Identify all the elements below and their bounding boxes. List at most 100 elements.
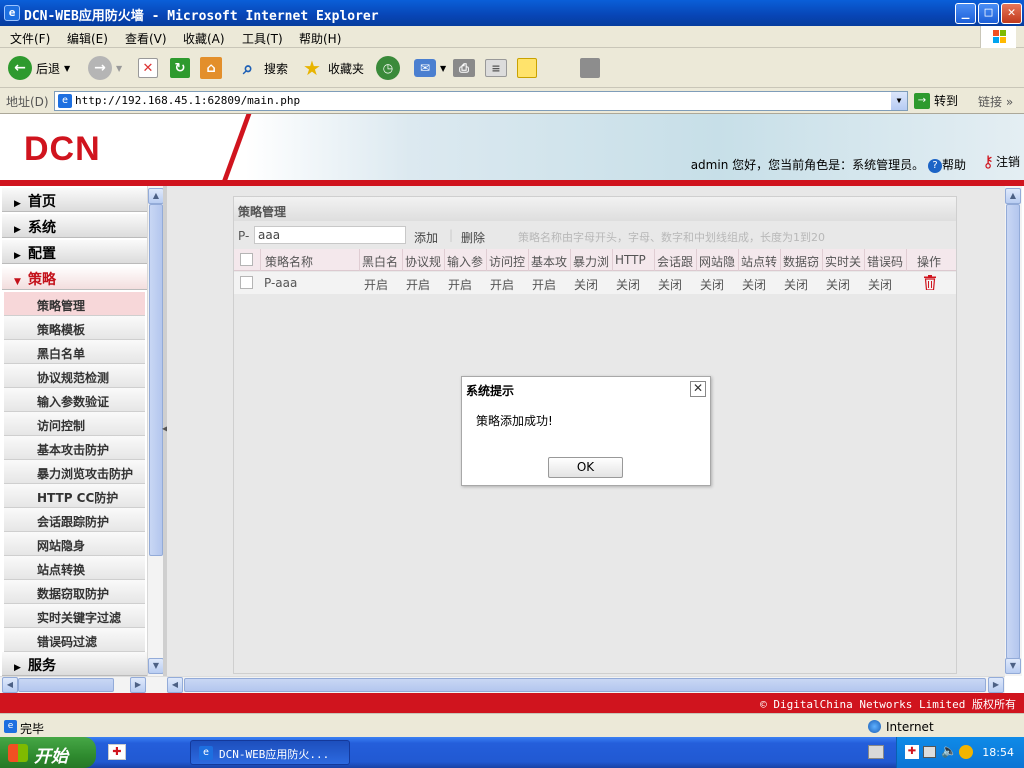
table-row[interactable]: P-aaa 开启 开启 开启 开启 开启 关闭 关闭 关闭 关闭 关闭 关闭 关…: [234, 272, 956, 294]
dialog-title: 系统提示: [466, 384, 515, 398]
ie-icon: e: [199, 746, 213, 760]
col-header: 输入参: [444, 249, 486, 271]
sidebar-item-blacklist[interactable]: 黑白名单: [4, 340, 145, 364]
sidebar-group-system[interactable]: ▶ 系统: [2, 214, 147, 238]
go-button[interactable]: → 转到: [914, 92, 958, 109]
sidebar-group-policy[interactable]: ▼ 策略: [2, 266, 147, 290]
sidebar-scrollbar[interactable]: ▲ ▼: [147, 186, 164, 676]
sidebar-item-policy-management[interactable]: 策略管理: [4, 292, 145, 316]
network-icon[interactable]: [923, 746, 936, 758]
sidebar-item-keyword-filter[interactable]: 实时关键字过滤: [4, 604, 145, 628]
sidebar-item-brute-browse[interactable]: 暴力浏览攻击防护: [4, 460, 145, 484]
delete-button[interactable]: 删除: [461, 229, 485, 246]
sidebar-item-policy-template[interactable]: 策略模板: [4, 316, 145, 340]
forward-button[interactable]: → ▼: [88, 54, 122, 82]
stop-button[interactable]: ✕: [138, 54, 158, 82]
favorites-button[interactable]: ★ 收藏夹: [300, 54, 364, 82]
menu-file[interactable]: 文件(F): [10, 30, 50, 47]
maximize-button[interactable]: □: [978, 3, 999, 24]
history-button[interactable]: ◷: [376, 54, 400, 82]
note-button[interactable]: [517, 54, 537, 82]
refresh-button[interactable]: ↻: [170, 54, 190, 82]
toolbar: ← 后退 ▼ → ▼ ✕ ↻ ⌂ ⌕ 搜索 ★ 收藏夹 ◷ ✉ ▼ ⎙ ≡: [0, 48, 1024, 88]
row-checkbox[interactable]: [240, 276, 253, 289]
scroll-thumb[interactable]: [149, 204, 163, 556]
taskbar-ie-window[interactable]: e DCN-WEB应用防火...: [190, 740, 350, 765]
close-button[interactable]: ✕: [1001, 3, 1022, 24]
menu-favorites[interactable]: 收藏(A): [183, 30, 225, 47]
scroll-up-icon[interactable]: ▲: [148, 188, 164, 204]
role-greeting: 您好，您当前角色是：系统管理员。: [732, 158, 925, 172]
sidebar-group-home[interactable]: ▶ 首页: [2, 188, 147, 212]
sidebar-group-service[interactable]: ▶ 服务: [2, 652, 147, 676]
print-button[interactable]: ⎙: [453, 54, 475, 82]
search-button[interactable]: ⌕ 搜索: [236, 54, 288, 82]
table-cell: 关闭: [742, 278, 767, 292]
dialog-message: 策略添加成功!: [476, 414, 553, 428]
address-dropdown-button[interactable]: ▼: [891, 92, 907, 110]
sidebar-item-input-validation[interactable]: 输入参数验证: [4, 388, 145, 412]
policy-name-input[interactable]: [254, 226, 406, 244]
address-input[interactable]: e http://192.168.45.1:62809/main.php ▼: [54, 91, 908, 111]
tray-app-icon[interactable]: ✚: [905, 745, 919, 759]
keyboard-icon[interactable]: [868, 745, 884, 759]
status-text: 完毕: [20, 722, 45, 736]
menu-view[interactable]: 查看(V): [125, 30, 167, 47]
main-scrollbar[interactable]: ▲ ▼: [1005, 186, 1022, 676]
horizontal-scrollbar[interactable]: ◀ ▶ ◀ ▶: [0, 676, 1005, 693]
sidebar-item-access-control[interactable]: 访问控制: [4, 412, 145, 436]
select-all-checkbox[interactable]: [240, 253, 253, 266]
add-button[interactable]: 添加: [414, 229, 438, 246]
menu-help[interactable]: 帮助(H): [299, 30, 341, 47]
mail-button[interactable]: ✉ ▼: [414, 54, 446, 82]
banner-swoosh: [209, 114, 291, 186]
scroll-right-icon[interactable]: ▶: [988, 677, 1004, 693]
sidebar-group-config[interactable]: ▶ 配置: [2, 240, 147, 264]
scroll-down-icon[interactable]: ▼: [1005, 658, 1021, 674]
start-button[interactable]: 开始: [0, 737, 96, 768]
menu-edit[interactable]: 编辑(E): [67, 30, 108, 47]
sidebar-item-data-theft[interactable]: 数据窃取防护: [4, 580, 145, 604]
window-title: DCN-WEB应用防火墙 - Microsoft Internet Explor…: [24, 9, 379, 24]
col-header: 访问控: [486, 249, 528, 271]
help-link[interactable]: ? 帮助: [927, 158, 966, 173]
start-label: 开始: [34, 747, 68, 767]
sidebar-item-site-cloak[interactable]: 网站隐身: [4, 532, 145, 556]
sidebar-item-http-cc[interactable]: HTTP CC防护: [4, 484, 145, 508]
address-url: http://192.168.45.1:62809/main.php: [75, 94, 301, 107]
sidebar-hscroll-thumb[interactable]: [18, 678, 114, 692]
quick-launch-icon[interactable]: ✚: [108, 744, 126, 760]
back-button[interactable]: ← 后退 ▼: [8, 54, 70, 82]
name-hint: 策略名称由字母开头，字母、数字和中划线组成，长度为1到20: [518, 231, 825, 244]
chevron-down-icon: ▼: [64, 63, 71, 73]
scroll-left-icon[interactable]: ◀: [167, 677, 183, 693]
sidebar-item-site-convert[interactable]: 站点转换: [4, 556, 145, 580]
forward-arrow-icon: →: [88, 56, 112, 80]
menu-tools[interactable]: 工具(T): [242, 30, 283, 47]
edit-button[interactable]: ≡: [485, 54, 507, 82]
home-button[interactable]: ⌂: [200, 54, 222, 82]
messenger-button[interactable]: [580, 54, 600, 82]
scroll-up-icon[interactable]: ▲: [1005, 188, 1021, 204]
window-titlebar[interactable]: e DCN-WEB应用防火墙 - Microsoft Internet Expl…: [0, 0, 1024, 26]
scroll-down-icon[interactable]: ▼: [148, 658, 164, 674]
sidebar-item-errorcode-filter[interactable]: 错误码过滤: [4, 628, 145, 652]
sidebar-item-basic-attack[interactable]: 基本攻击防护: [4, 436, 145, 460]
dialog-ok-button[interactable]: OK: [548, 457, 623, 478]
scroll-thumb[interactable]: [1006, 204, 1020, 659]
favorites-label: 收藏夹: [328, 61, 365, 76]
sidebar: ▶ 首页 ▶ 系统 ▶ 配置 ▼ 策略 策略管理 策略模板 黑白名单 协议规范检测 输入…: [0, 186, 147, 676]
sidebar-item-session-tracking[interactable]: 会话跟踪防护: [4, 508, 145, 532]
links-button[interactable]: 链接 »: [978, 93, 1013, 110]
scroll-left-icon[interactable]: ◀: [2, 677, 18, 693]
main-hscroll-thumb[interactable]: [184, 678, 986, 692]
security-icon[interactable]: [959, 745, 973, 759]
dialog-close-button[interactable]: ✕: [690, 381, 706, 397]
sidebar-item-protocol-check[interactable]: 协议规范检测: [4, 364, 145, 388]
minimize-button[interactable]: _: [955, 3, 976, 24]
volume-icon[interactable]: 🔈: [941, 744, 957, 759]
scroll-right-icon[interactable]: ▶: [130, 677, 146, 693]
trash-icon[interactable]: [924, 275, 936, 290]
table-cell: 关闭: [574, 278, 599, 292]
logout-link[interactable]: ⚷ 注销: [982, 152, 1020, 171]
